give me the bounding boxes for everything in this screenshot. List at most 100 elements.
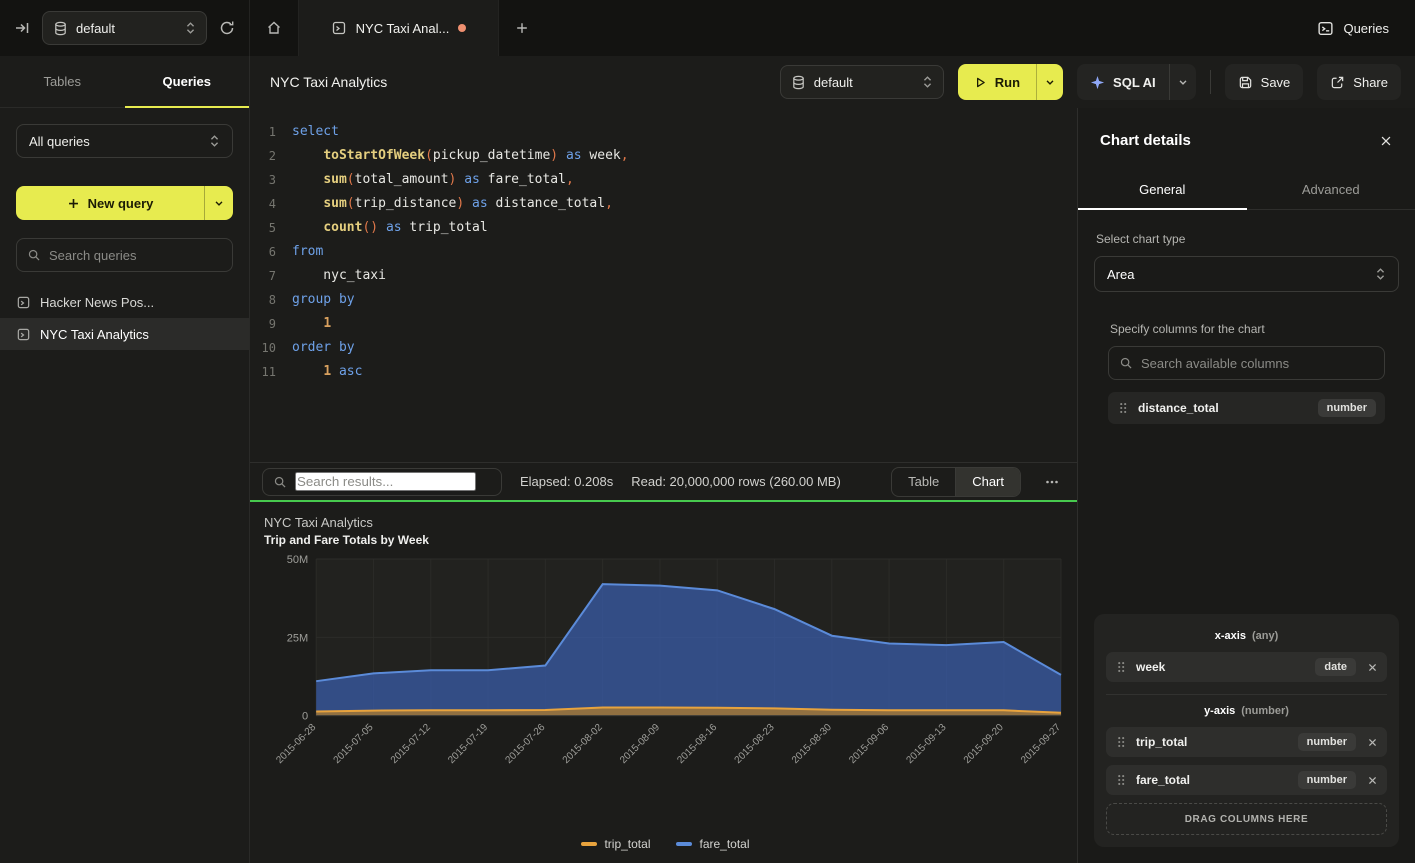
sql-ai-dropdown[interactable] (1170, 64, 1196, 100)
results-search[interactable] (262, 468, 502, 496)
share-button[interactable]: Share (1317, 64, 1401, 100)
svg-text:2015-08-30: 2015-08-30 (790, 722, 834, 766)
run-button[interactable]: Run (958, 64, 1063, 100)
database-selector[interactable]: default (42, 11, 207, 45)
drag-handle-icon[interactable] (1115, 773, 1127, 787)
active-tab-label: NYC Taxi Anal... (356, 21, 450, 36)
view-tab-table[interactable]: Table (892, 468, 956, 496)
new-query-button[interactable]: New query (16, 186, 233, 220)
sql-editor[interactable]: 1select2 toStartOfWeek(pickup_datetime) … (250, 108, 1077, 462)
remove-icon[interactable] (1365, 662, 1378, 673)
query-search-input[interactable] (49, 248, 222, 263)
run-dropdown[interactable] (1037, 64, 1063, 100)
share-label: Share (1353, 75, 1388, 90)
view-toggle: TableChart (891, 467, 1021, 497)
sidebar-query-item[interactable]: Hacker News Pos... (0, 286, 249, 318)
type-badge: number (1318, 399, 1376, 417)
refresh-icon[interactable] (219, 20, 235, 36)
sidebar-tab-queries[interactable]: Queries (125, 56, 250, 107)
new-query-dropdown[interactable] (205, 186, 233, 220)
editor-line[interactable]: 1select (250, 120, 1077, 144)
svg-text:2015-09-06: 2015-09-06 (847, 722, 891, 766)
remove-icon[interactable] (1365, 775, 1378, 786)
line-number: 3 (250, 168, 292, 192)
query-file-icon (331, 20, 347, 36)
drag-handle-icon[interactable] (1117, 401, 1129, 415)
chart-type-label: Select chart type (1096, 232, 1399, 246)
run-button-label: Run (995, 75, 1020, 90)
topbar-left: default (0, 0, 250, 56)
editor-line[interactable]: 9 1 (250, 312, 1077, 336)
column-chip[interactable]: distance_totalnumber (1108, 392, 1385, 424)
sql-ai-button[interactable]: SQL AI (1077, 64, 1196, 100)
area-chart[interactable]: 025M50M2015-06-282015-07-052015-07-12201… (264, 551, 1067, 831)
sparkle-icon (1090, 75, 1105, 90)
columns-search-input[interactable] (1141, 356, 1374, 371)
database-icon (53, 21, 68, 36)
editor-line[interactable]: 6from (250, 240, 1077, 264)
chart-type-value: Area (1107, 267, 1134, 282)
column-chip[interactable]: trip_totalnumber (1106, 727, 1387, 757)
read-stat: Read: 20,000,000 rows (260.00 MB) (631, 474, 841, 489)
query-filter-select[interactable]: All queries (16, 124, 233, 158)
queries-icon (1317, 20, 1334, 37)
chart-type-select[interactable]: Area (1094, 256, 1399, 292)
results-search-input[interactable] (295, 472, 476, 491)
svg-text:25M: 25M (287, 632, 308, 644)
plus-icon (67, 197, 80, 210)
editor-line[interactable]: 4 sum(trip_distance) as distance_total, (250, 192, 1077, 216)
tab-strip: NYC Taxi Anal... (250, 0, 1291, 56)
query-file-icon (16, 295, 31, 310)
active-query-tab[interactable]: NYC Taxi Anal... (299, 0, 499, 56)
type-badge: number (1298, 733, 1356, 751)
remove-icon[interactable] (1365, 737, 1378, 748)
queries-button[interactable]: Queries (1291, 0, 1415, 56)
column-chip[interactable]: fare_totalnumber (1106, 765, 1387, 795)
column-chip[interactable]: weekdate (1106, 652, 1387, 682)
sidebar-tab-tables[interactable]: Tables (0, 56, 125, 107)
editor-line[interactable]: 2 toStartOfWeek(pickup_datetime) as week… (250, 144, 1077, 168)
sidebar-tabs: TablesQueries (0, 56, 249, 108)
line-number: 5 (250, 216, 292, 240)
legend-item[interactable]: fare_total (676, 837, 749, 851)
line-number: 9 (250, 312, 292, 336)
columns-search[interactable] (1108, 346, 1385, 380)
save-button[interactable]: Save (1225, 64, 1304, 100)
editor-line[interactable]: 10order by (250, 336, 1077, 360)
chevron-down-icon (1177, 76, 1189, 88)
more-options-button[interactable] (1039, 474, 1065, 490)
sidebar-query-item[interactable]: NYC Taxi Analytics (0, 318, 249, 350)
drag-handle-icon[interactable] (1115, 735, 1127, 749)
drop-zone[interactable]: DRAG COLUMNS HERE (1106, 803, 1387, 835)
view-tab-chart[interactable]: Chart (956, 468, 1020, 496)
line-number: 7 (250, 264, 292, 288)
panel-tab-general[interactable]: General (1078, 169, 1247, 209)
columns-label: Specify columns for the chart (1110, 322, 1385, 336)
editor-line[interactable]: 11 1 asc (250, 360, 1077, 384)
search-icon (1119, 356, 1133, 370)
app: default NYC Taxi Anal... (0, 0, 1415, 863)
query-search[interactable] (16, 238, 233, 272)
updown-chevron-icon (922, 75, 933, 89)
page-title: NYC Taxi Analytics (270, 74, 766, 90)
editor-line[interactable]: 7 nyc_taxi (250, 264, 1077, 288)
database-selector-value: default (76, 21, 115, 36)
editor-line[interactable]: 8group by (250, 288, 1077, 312)
sidebar-expand-icon[interactable] (14, 20, 30, 36)
updown-chevron-icon (185, 21, 196, 35)
home-tab[interactable] (250, 0, 299, 56)
panel-tab-advanced[interactable]: Advanced (1247, 169, 1415, 209)
close-icon[interactable] (1379, 134, 1393, 148)
svg-text:2015-09-13: 2015-09-13 (905, 722, 949, 766)
plus-icon (515, 21, 529, 35)
legend-label: trip_total (604, 837, 650, 851)
line-number: 8 (250, 288, 292, 312)
drag-handle-icon[interactable] (1115, 660, 1127, 674)
chevron-down-icon (213, 197, 225, 209)
editor-line[interactable]: 5 count() as trip_total (250, 216, 1077, 240)
legend-item[interactable]: trip_total (581, 837, 650, 851)
run-database-selector[interactable]: default (780, 65, 944, 99)
svg-text:2015-08-16: 2015-08-16 (675, 722, 719, 766)
editor-line[interactable]: 3 sum(total_amount) as fare_total, (250, 168, 1077, 192)
new-tab-button[interactable] (499, 0, 545, 56)
